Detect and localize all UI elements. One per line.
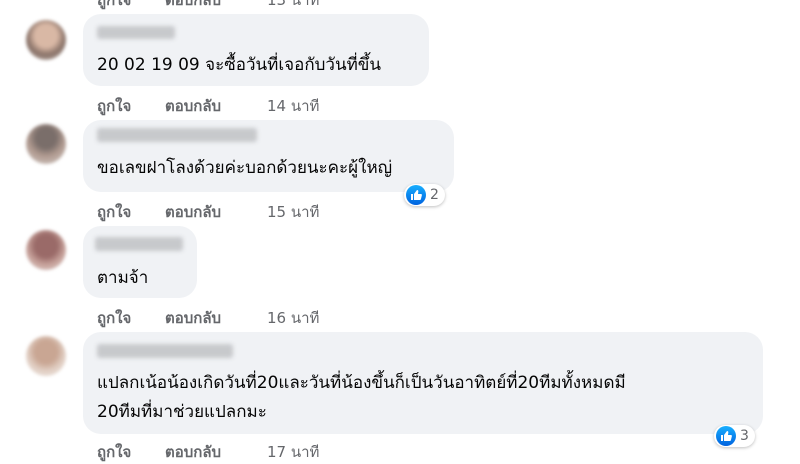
comment-timestamp[interactable]: 17 นาที [267,440,319,464]
comment-text: 20 02 19 09 จะซื้อวันที่เจอกับวันที่ขึ้น [97,55,382,75]
reply-button[interactable]: ตอบกลับ [165,440,221,464]
reaction-count[interactable]: 3 [714,425,755,447]
comment-bubble: ขอเลขฝาโลงด้วยค่ะบอกด้วยนะคะผู้ใหญ่ [83,120,454,192]
commenter-name-redacted[interactable] [97,128,257,142]
reaction-number: 3 [740,428,749,444]
commenter-name-redacted[interactable] [97,26,175,39]
like-button[interactable]: ถูกใจ [97,94,131,118]
reply-button[interactable]: ตอบกลับ [165,200,221,224]
comment-text-line-2: 20ทีมที่มาช่วยแปลกมะ [97,402,267,422]
avatar[interactable] [26,124,66,164]
comment-text: ขอเลขฝาโลงด้วยค่ะบอกด้วยนะคะผู้ใหญ่ [97,158,393,178]
comment-timestamp[interactable]: 14 นาที [267,94,319,118]
commenter-name-redacted[interactable] [95,237,183,251]
comment-bubble: แปลกเน้อน้องเกิดวันที่20และวันที่น้องขึ้… [83,332,763,434]
comment-text: ตามจ้า [97,268,149,288]
avatar[interactable] [26,336,66,376]
reply-button[interactable]: ตอบกลับ [165,94,221,118]
avatar[interactable] [26,230,66,270]
avatar[interactable] [26,20,66,60]
like-button[interactable]: ถูกใจ [97,306,131,330]
reply-button[interactable]: ตอบกลับ [165,0,221,12]
comment-bubble: ตามจ้า [83,226,197,298]
comment-timestamp[interactable]: 16 นาที [267,306,319,330]
comment-bubble: 20 02 19 09 จะซื้อวันที่เจอกับวันที่ขึ้น [83,14,429,86]
like-button[interactable]: ถูกใจ [97,0,131,12]
reply-button[interactable]: ตอบกลับ [165,306,221,330]
like-button[interactable]: ถูกใจ [97,440,131,464]
reaction-count[interactable]: 2 [404,184,445,206]
like-thumbs-up-icon [716,426,736,446]
comment-text-line-1: แปลกเน้อน้องเกิดวันที่20และวันที่น้องขึ้… [97,373,626,393]
reaction-number: 2 [430,187,439,203]
comment-timestamp[interactable]: 13 นาที [267,0,319,12]
commenter-name-redacted[interactable] [97,344,233,358]
comment-timestamp[interactable]: 15 นาที [267,200,319,224]
like-thumbs-up-icon [406,185,426,205]
like-button[interactable]: ถูกใจ [97,200,131,224]
